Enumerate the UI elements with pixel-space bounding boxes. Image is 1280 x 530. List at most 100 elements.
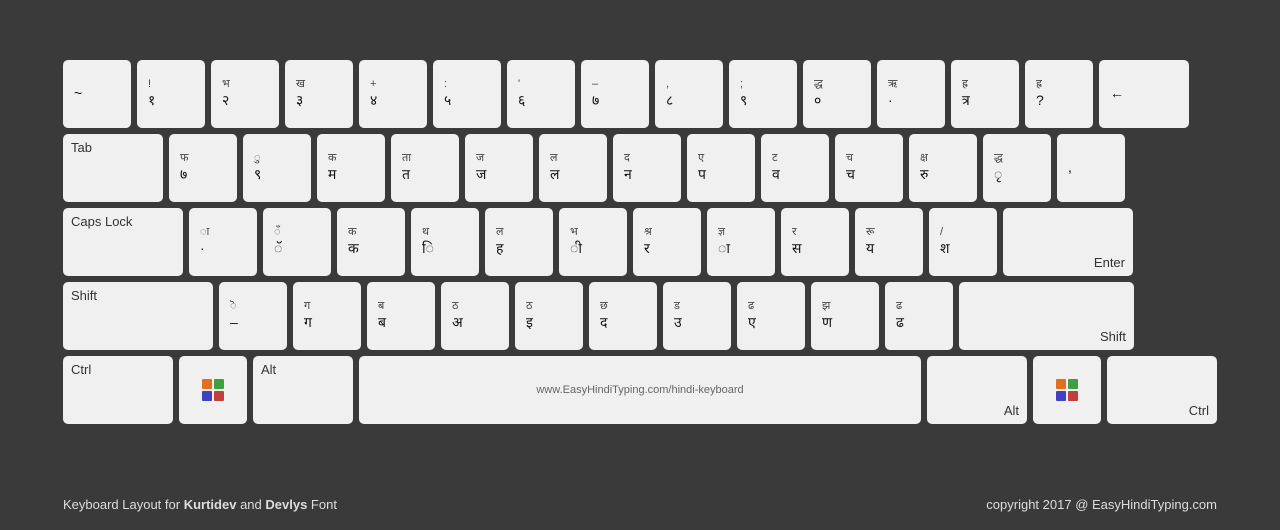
key-r[interactable]: तात xyxy=(391,134,459,202)
key-bottom-p: च xyxy=(846,165,892,185)
key-5[interactable]: :५ xyxy=(433,60,501,128)
key-l[interactable]: रस xyxy=(781,208,849,276)
key-v[interactable]: ठअ xyxy=(441,282,509,350)
keyboard: ~!१भ२ख३+४:५'६–७,८;९द्ध०ऋ·ह्रत्रह्र?←Tabफ… xyxy=(63,60,1217,430)
key-q[interactable]: फ७ xyxy=(169,134,237,202)
key-p[interactable]: चच xyxy=(835,134,903,202)
key-equal[interactable]: ह्रत्र xyxy=(951,60,1019,128)
key-label-altl: Alt xyxy=(261,362,276,377)
key-top-b: ठ xyxy=(526,299,572,313)
key-b[interactable]: ठइ xyxy=(515,282,583,350)
key-k[interactable]: ज्ञा xyxy=(707,208,775,276)
key-3[interactable]: ख३ xyxy=(285,60,353,128)
key-top-8: , xyxy=(666,77,712,91)
key-row-row5: Ctrl Alt www.EasyHindiTyping.com/hindi-key… xyxy=(63,356,1217,424)
key-bottom-l: स xyxy=(792,239,838,259)
key-bottom-h: ी xyxy=(570,239,616,259)
key-winl[interactable] xyxy=(179,356,247,424)
key-bottom-d: क xyxy=(348,239,394,259)
key-n[interactable]: छद xyxy=(589,282,657,350)
key-d[interactable]: कक xyxy=(337,208,405,276)
key-backslash[interactable]: , xyxy=(1057,134,1125,202)
key-minus[interactable]: ऋ· xyxy=(877,60,945,128)
key-2[interactable]: भ२ xyxy=(211,60,279,128)
key-tab[interactable]: Tab xyxy=(63,134,163,202)
key-u[interactable]: दन xyxy=(613,134,681,202)
key-c[interactable]: बब xyxy=(367,282,435,350)
key-slash[interactable]: ढढ xyxy=(885,282,953,350)
key-4[interactable]: +४ xyxy=(359,60,427,128)
key-top-period: झ xyxy=(822,299,868,313)
key-top-i: ए xyxy=(698,151,744,165)
key-bottom-1: १ xyxy=(148,91,194,111)
key-6[interactable]: '६ xyxy=(507,60,575,128)
key-backspace[interactable]: ← xyxy=(1099,60,1189,128)
key-bottom-b: इ xyxy=(526,313,572,333)
key-i[interactable]: एप xyxy=(687,134,755,202)
key-bottom-8: ८ xyxy=(666,91,712,111)
key-a[interactable]: ा· xyxy=(189,208,257,276)
key-bottom-s: ॅ xyxy=(274,239,320,259)
key-7[interactable]: –७ xyxy=(581,60,649,128)
key-w[interactable]: ु९ xyxy=(243,134,311,202)
key-top-5: : xyxy=(444,77,490,91)
key-t[interactable]: जज xyxy=(465,134,533,202)
key-period[interactable]: झण xyxy=(811,282,879,350)
key-1[interactable]: !१ xyxy=(137,60,205,128)
key-j[interactable]: श्रर xyxy=(633,208,701,276)
key-top-r: ता xyxy=(402,151,448,165)
key-9[interactable]: ;९ xyxy=(729,60,797,128)
key-label-altr: Alt xyxy=(1004,403,1019,418)
key-bottom-backspace: ← xyxy=(1110,84,1178,104)
key-quote[interactable]: /श xyxy=(929,208,997,276)
key-winr[interactable] xyxy=(1033,356,1101,424)
key-x[interactable]: गग xyxy=(293,282,361,350)
key-comma[interactable]: ढए xyxy=(737,282,805,350)
key-label-ctrlr: Ctrl xyxy=(1189,403,1209,418)
key-f[interactable]: थि xyxy=(411,208,479,276)
key-bracketr[interactable]: द्धृ xyxy=(983,134,1051,202)
key-top-t: ज xyxy=(476,151,522,165)
key-s[interactable]: ँॅ xyxy=(263,208,331,276)
key-bottom-c: ब xyxy=(378,313,424,333)
key-h[interactable]: भी xyxy=(559,208,627,276)
key-space[interactable]: www.EasyHindiTyping.com/hindi-keyboard xyxy=(359,356,921,424)
key-top-m: ड xyxy=(674,299,720,313)
key-capslock[interactable]: Caps Lock xyxy=(63,208,183,276)
key-y[interactable]: लल xyxy=(539,134,607,202)
key-bottom-4: ४ xyxy=(370,91,416,111)
key-bottom-m: उ xyxy=(674,313,720,333)
key-top-u: द xyxy=(624,151,670,165)
key-top-z: ॆ xyxy=(230,299,276,313)
key-8[interactable]: ,८ xyxy=(655,60,723,128)
key-top-a: ा xyxy=(200,225,246,239)
key-top-minus: ऋ xyxy=(888,77,934,91)
key-ctrlr[interactable]: Ctrl xyxy=(1107,356,1217,424)
key-ctrll[interactable]: Ctrl xyxy=(63,356,173,424)
key-m[interactable]: डउ xyxy=(663,282,731,350)
key-top-g: ल xyxy=(496,225,542,239)
key-semicolon[interactable]: रूय xyxy=(855,208,923,276)
key-z[interactable]: ॆ– xyxy=(219,282,287,350)
windows-icon xyxy=(1056,379,1078,401)
key-bottom-minus: · xyxy=(888,91,934,111)
key-0[interactable]: द्ध० xyxy=(803,60,871,128)
key-altr[interactable]: Alt xyxy=(927,356,1027,424)
key-altl[interactable]: Alt xyxy=(253,356,353,424)
key-plus2[interactable]: ह्र? xyxy=(1025,60,1093,128)
key-top-d: क xyxy=(348,225,394,239)
key-top-x: ग xyxy=(304,299,350,313)
key-shiftr[interactable]: Shift xyxy=(959,282,1134,350)
key-o[interactable]: टव xyxy=(761,134,829,202)
key-g[interactable]: लह xyxy=(485,208,553,276)
key-e[interactable]: कम xyxy=(317,134,385,202)
key-bracketl[interactable]: क्षरु xyxy=(909,134,977,202)
key-top-2: भ xyxy=(222,77,268,91)
key-backtick[interactable]: ~ xyxy=(63,60,131,128)
key-top-s: ँ xyxy=(274,225,320,239)
key-bottom-j: र xyxy=(644,239,690,259)
key-label-shiftl: Shift xyxy=(71,288,97,303)
key-bottom-2: २ xyxy=(222,91,268,111)
key-shiftl[interactable]: Shift xyxy=(63,282,213,350)
key-enter[interactable]: Enter xyxy=(1003,208,1133,276)
